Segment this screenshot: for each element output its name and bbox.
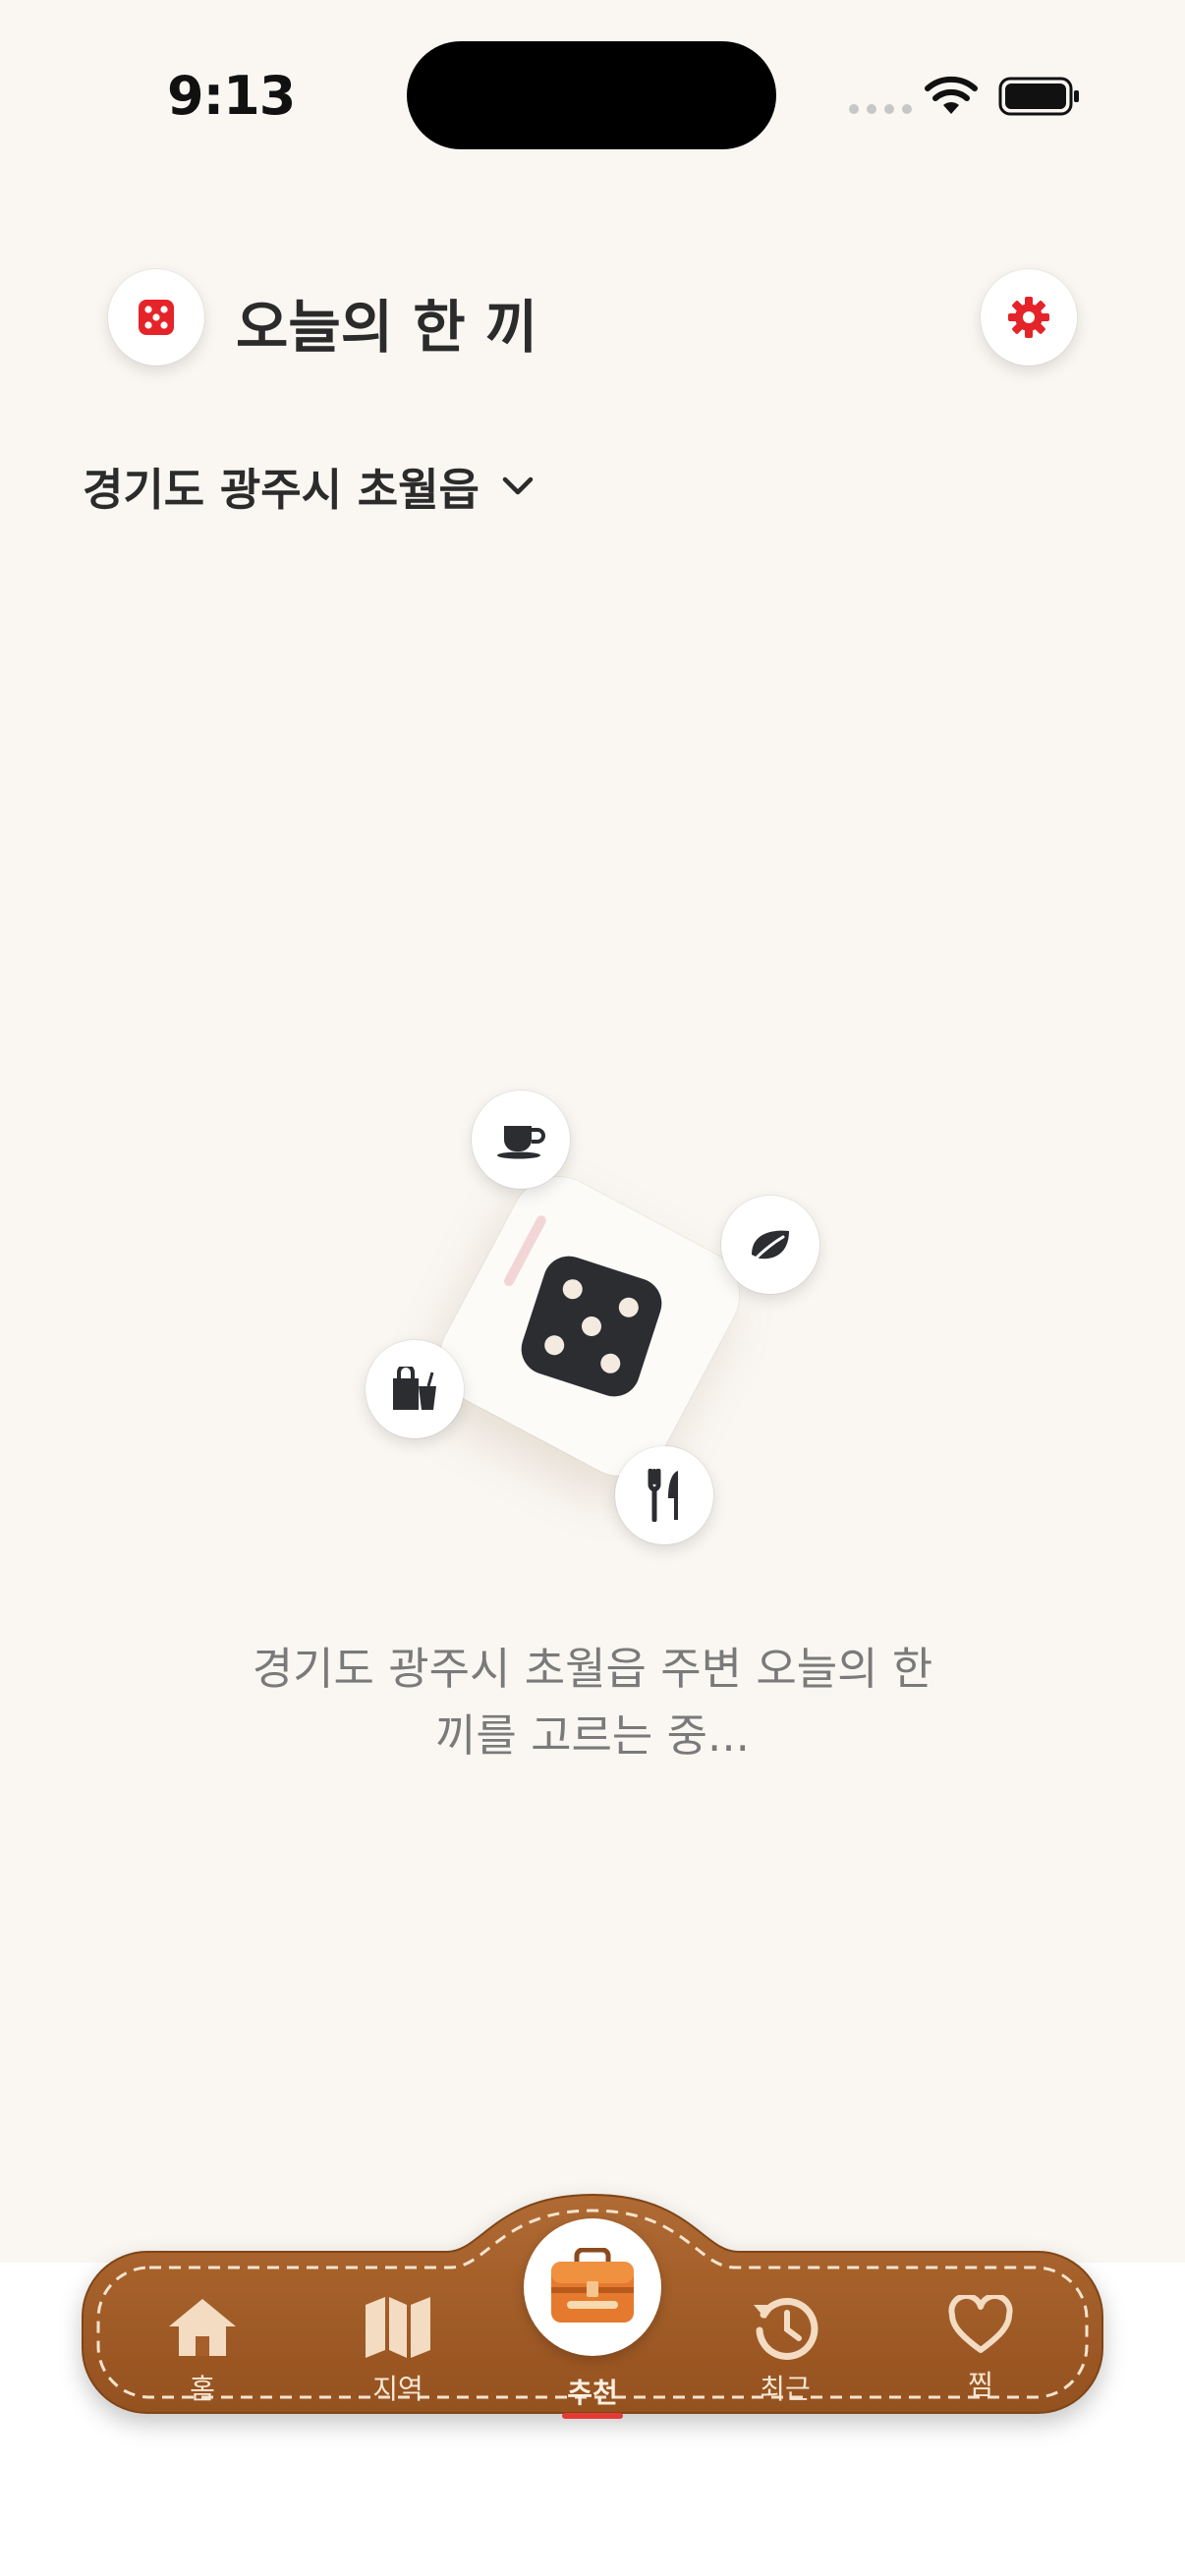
gear-icon bbox=[1008, 297, 1049, 338]
tab-region[interactable]: 지역 bbox=[334, 2295, 462, 2407]
settings-button[interactable] bbox=[981, 269, 1077, 365]
location-label: 경기도 광주시 초월읍 bbox=[83, 464, 480, 516]
coffee-cup-icon bbox=[472, 1091, 570, 1189]
tab-favorites-label: 찜 bbox=[968, 2369, 993, 2401]
heart-icon bbox=[948, 2292, 1013, 2353]
loading-message-line2: 끼를 고르는 중... bbox=[435, 1709, 750, 1762]
tab-favorites[interactable]: 찜 bbox=[917, 2292, 1044, 2403]
dice-icon bbox=[521, 1256, 662, 1397]
utensils-icon bbox=[615, 1446, 713, 1544]
tab-recent-label: 최근 bbox=[760, 2373, 811, 2405]
tab-home[interactable]: 홈 bbox=[139, 2295, 266, 2407]
loading-message-line1: 경기도 광주시 초월읍 주변 오늘의 한 bbox=[252, 1643, 933, 1695]
tab-region-label: 지역 bbox=[372, 2373, 423, 2405]
map-icon bbox=[366, 2297, 430, 2358]
tab-home-label: 홈 bbox=[190, 2373, 215, 2405]
tab-recommend-label: 추천 bbox=[567, 2377, 618, 2409]
tab-recent[interactable]: 최근 bbox=[721, 2295, 849, 2407]
leaf-icon bbox=[721, 1196, 819, 1294]
loading-message: 경기도 광주시 초월읍 주변 오늘의 한 끼를 고르는 중... bbox=[197, 1636, 988, 1769]
tab-bar: 홈 지역 추천 최근 찜 bbox=[0, 2181, 1185, 2476]
takeout-bag-icon bbox=[366, 1340, 464, 1438]
status-bar: 9:13 bbox=[0, 0, 1185, 187]
dice-icon bbox=[139, 300, 174, 335]
chevron-down-icon bbox=[502, 476, 534, 494]
location-selector[interactable]: 경기도 광주시 초월읍 bbox=[83, 454, 535, 518]
active-tab-indicator bbox=[562, 2413, 623, 2419]
wifi-icon bbox=[925, 76, 978, 114]
history-icon bbox=[754, 2298, 818, 2360]
status-time: 9:13 bbox=[167, 65, 296, 127]
home-icon bbox=[169, 2299, 236, 2356]
cellular-signal-icon bbox=[849, 104, 912, 114]
app-title: 오늘의 한 끼 bbox=[236, 294, 538, 361]
tab-recommend[interactable] bbox=[524, 2218, 661, 2356]
battery-icon bbox=[998, 77, 1079, 116]
toolbox-icon bbox=[551, 2248, 634, 2323]
app-logo-button[interactable] bbox=[108, 269, 204, 365]
dynamic-island bbox=[407, 41, 776, 149]
